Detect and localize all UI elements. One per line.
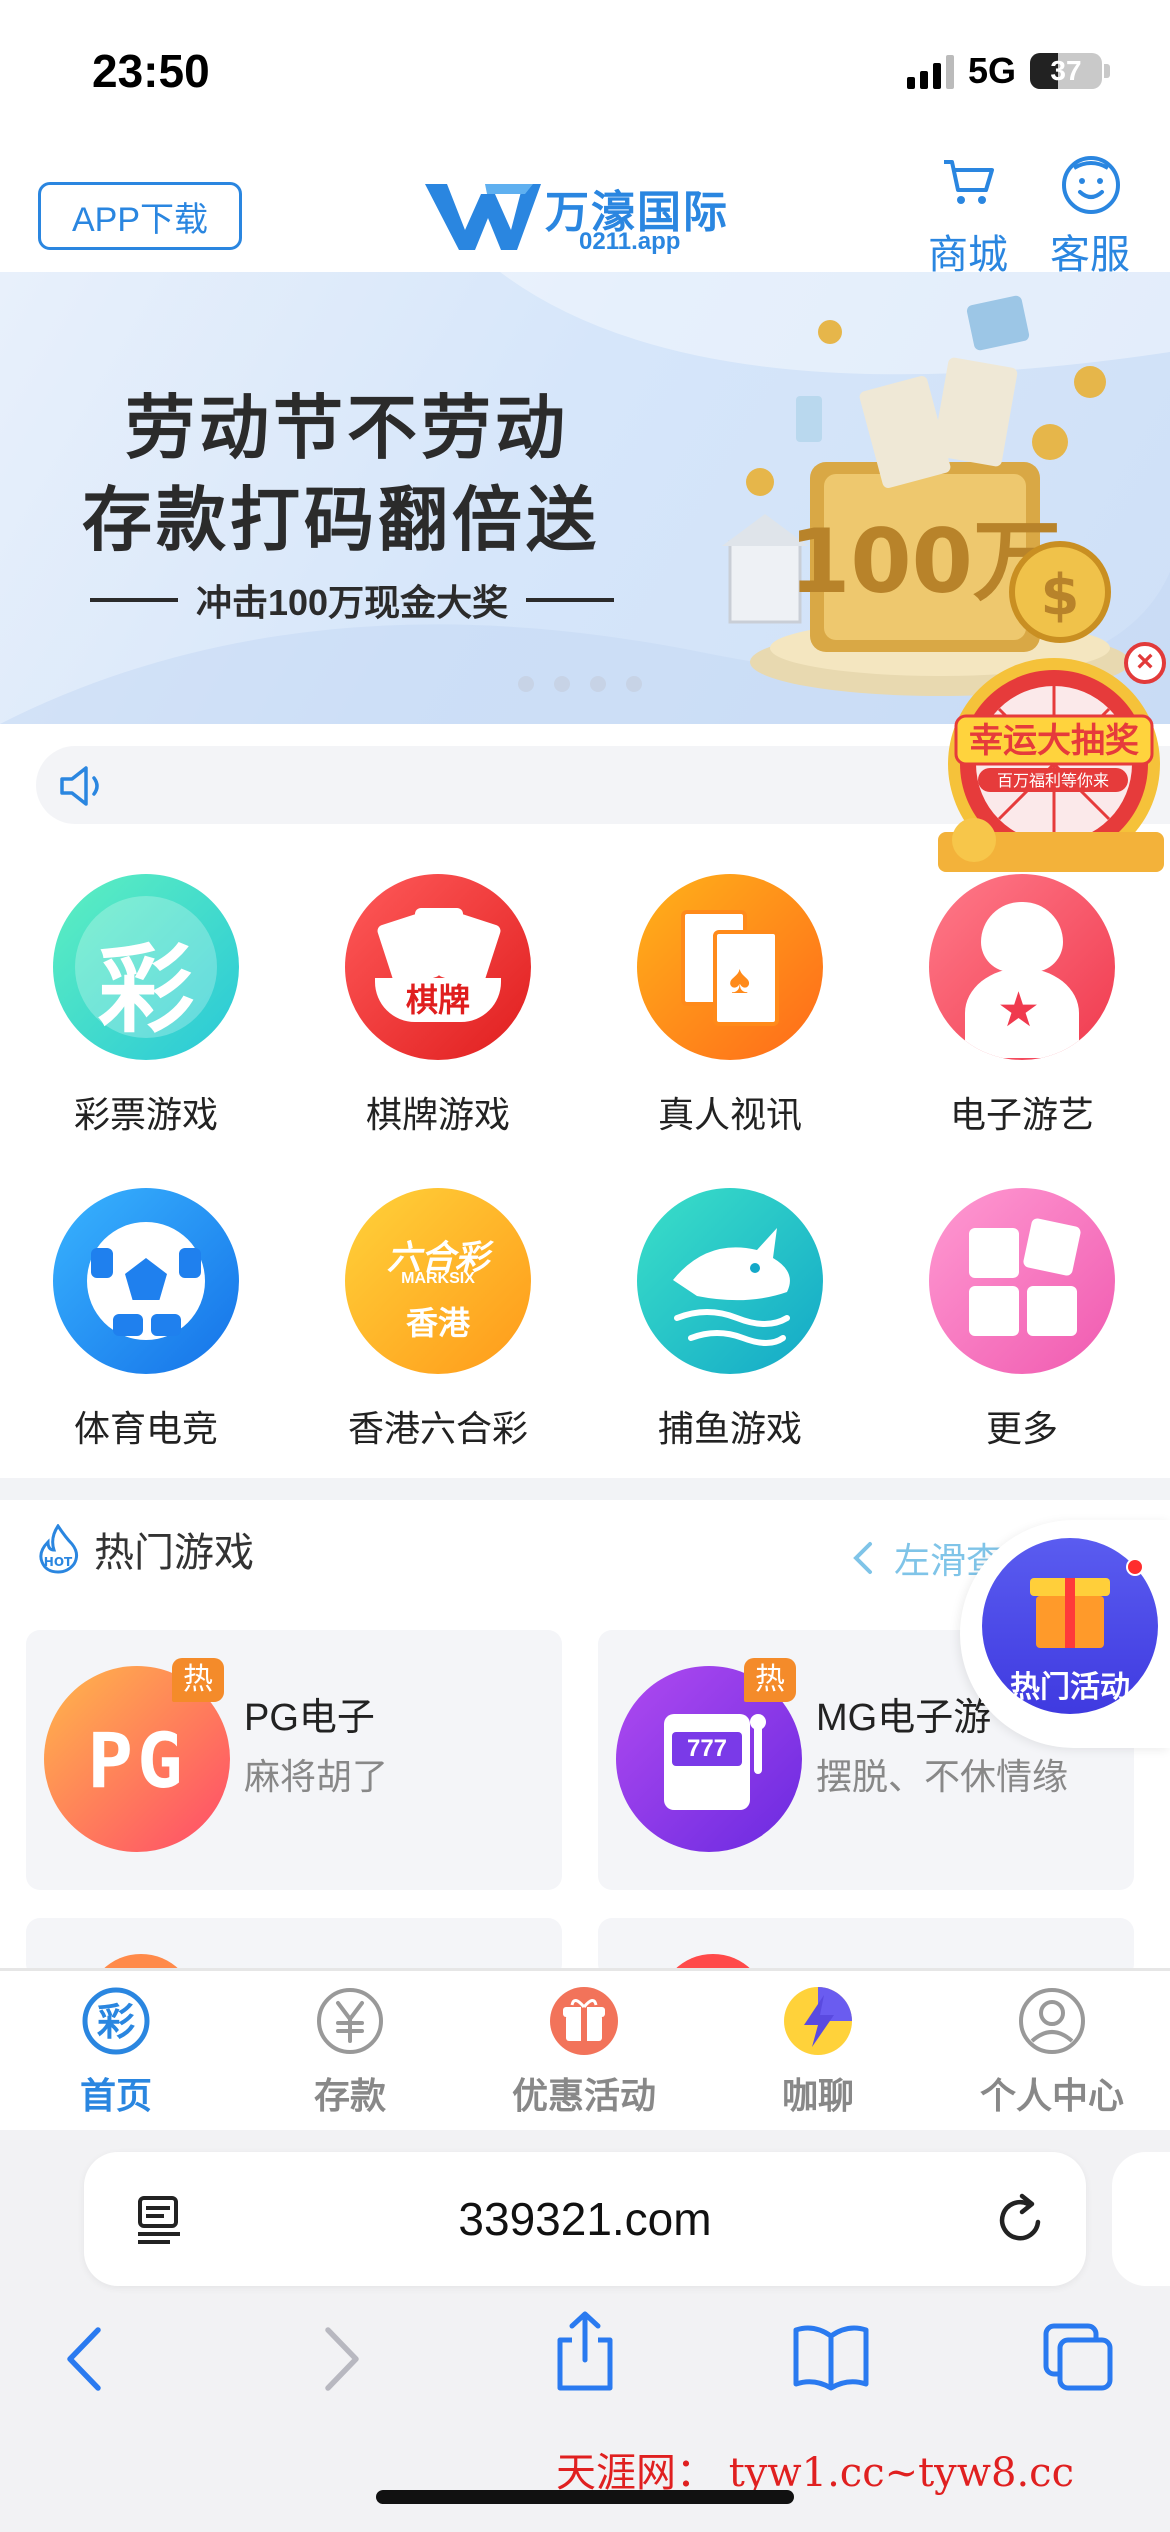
lucky-title: 幸运大抽奖 [969,721,1139,761]
pg-logo-text: PG [87,1716,187,1805]
devil-icon: ★ [929,874,1115,1060]
category-label: 更多 [985,1408,1058,1449]
tab-label: 首页 [79,2075,152,2116]
banner-subheadline: 存款打码翻倍送 [82,479,600,561]
tab-deposit[interactable]: 存款 [260,1985,440,2119]
battery-level: 37 [1050,55,1082,86]
home-indicator[interactable] [376,2490,794,2504]
service-face-icon [1062,156,1120,214]
logo-domain: 0211.app [579,228,681,255]
status-indicators: 5G 37 [906,50,1110,92]
banner-dot[interactable] [626,676,642,692]
category-label: 真人视讯 [657,1094,802,1135]
banner-tagline: 冲击100万现金大奖 [90,574,615,626]
more-icon [929,1188,1115,1374]
tabs-icon[interactable] [1042,2322,1116,2392]
category-lottery[interactable]: 彩 彩票游戏 [16,874,276,1154]
battery-icon: 37 [1030,53,1110,89]
user-icon [1016,1985,1088,2057]
game-description: 摆脱、不休情缘 [816,1756,1069,1797]
shop-button[interactable]: 商城 [918,154,1018,277]
next-tab-preview[interactable] [1112,2152,1170,2286]
slot-icon-text: 777 [672,1732,742,1766]
logo-w-icon [425,184,541,250]
signal-icon [906,53,954,89]
banner-pagination[interactable] [518,676,642,692]
lucky-subtitle: 百万福利等你来 [997,771,1109,790]
tab-label: 优惠活动 [511,2075,656,2116]
hot-badge: 热 [744,1658,796,1702]
tab-profile[interactable]: 个人中心 [962,1985,1142,2119]
promo-gift-icon [548,1985,620,2057]
category-chess-cards[interactable]: 棋牌 棋牌游戏 [308,874,568,1154]
url-text: 339321.com [458,2193,712,2245]
close-icon[interactable]: × [1124,642,1166,684]
cards-icon-text: 棋牌 [375,978,501,1022]
category-fishing[interactable]: 捕鱼游戏 [600,1188,860,1468]
status-bar: 23:50 5G 37 [0,0,1170,140]
customer-service-button[interactable]: 客服 [1040,154,1140,277]
speaker-icon [60,766,99,806]
category-label: 彩票游戏 [73,1094,218,1135]
site-header: APP下载 万濠国际 0211.app 商城 客服 [0,140,1170,277]
game-description: 麻将胡了 [244,1756,389,1797]
status-time: 23:50 [92,45,210,97]
hot-flame-icon: HOT [39,1524,79,1574]
svg-text:彩: 彩 [97,2000,135,2044]
reload-icon[interactable] [994,2192,1046,2246]
banner-headline: 劳动节不劳动 [125,387,569,469]
category-label: 香港六合彩 [347,1408,528,1449]
back-icon[interactable] [62,2322,108,2396]
hot-badge: 热 [172,1658,224,1702]
site-logo[interactable]: 万濠国际 0211.app [425,176,745,256]
tab-promotions[interactable]: 优惠活动 [494,1985,674,2119]
lottery-icon: 彩 [53,874,239,1060]
forward-icon[interactable] [318,2322,364,2396]
hot-games-title: 热门游戏 [94,1531,254,1575]
tab-chat[interactable]: 咖聊 [728,1985,908,2119]
marksix-icon-text: 香港 [405,1305,470,1341]
shark-icon [637,1188,823,1374]
category-label: 体育电竞 [73,1408,218,1449]
tab-label: 个人中心 [979,2075,1124,2116]
app-download-button[interactable]: APP下载 [38,182,242,250]
banner-tagline-text: 冲击100万现金大奖 [196,582,509,623]
svg-text:HOT: HOT [44,1555,73,1569]
chevron-left-icon [853,1542,872,1574]
banner-dot[interactable] [554,676,570,692]
tab-home[interactable]: 彩 首页 [26,1985,206,2119]
tab-label: 存款 [313,2075,386,2116]
banner-dot[interactable] [518,676,534,692]
category-label: 棋牌游戏 [365,1094,510,1135]
share-icon[interactable] [550,2310,620,2394]
game-name: PG电子 [244,1697,375,1739]
address-bar[interactable]: 339321.com [84,2152,1086,2286]
bottom-tab-bar: 彩 首页 存款 优惠活动 咖聊 个人中心 [0,1968,1170,2130]
marksix-icon: 六合彩 MARKSIX 香港 [345,1188,531,1374]
network-type: 5G [967,50,1016,91]
game-card-pg[interactable]: PG 热 PG电子 麻将胡了 [26,1630,562,1890]
hot-activity-label: 热门活动 [1010,1671,1130,1704]
tab-label: 咖聊 [781,2075,854,2116]
yuan-icon [314,1985,386,2057]
banner-dot[interactable] [590,676,606,692]
section-divider [0,1478,1170,1500]
category-more[interactable]: 更多 [892,1188,1152,1468]
home-lottery-icon: 彩 [80,1985,152,2057]
svg-text:$: $ [1041,563,1080,628]
category-sports[interactable]: 体育电竞 [16,1188,276,1468]
cards-icon: 棋牌 [345,874,531,1060]
category-electronic[interactable]: ★ 电子游艺 [892,874,1152,1154]
notification-dot [1126,1558,1144,1576]
cart-icon [944,160,994,204]
lightning-icon [782,1985,854,2057]
live-casino-icon: ♠ [637,874,823,1060]
category-label: 电子游艺 [949,1094,1094,1135]
category-label: 捕鱼游戏 [657,1408,802,1449]
soccer-icon [53,1188,239,1374]
category-marksix[interactable]: 六合彩 MARKSIX 香港 香港六合彩 [308,1188,568,1468]
category-live-casino[interactable]: ♠ 真人视讯 [600,874,860,1154]
bookmarks-icon[interactable] [792,2322,870,2392]
hot-games-heading: HOT 热门游戏 [36,1520,254,1578]
